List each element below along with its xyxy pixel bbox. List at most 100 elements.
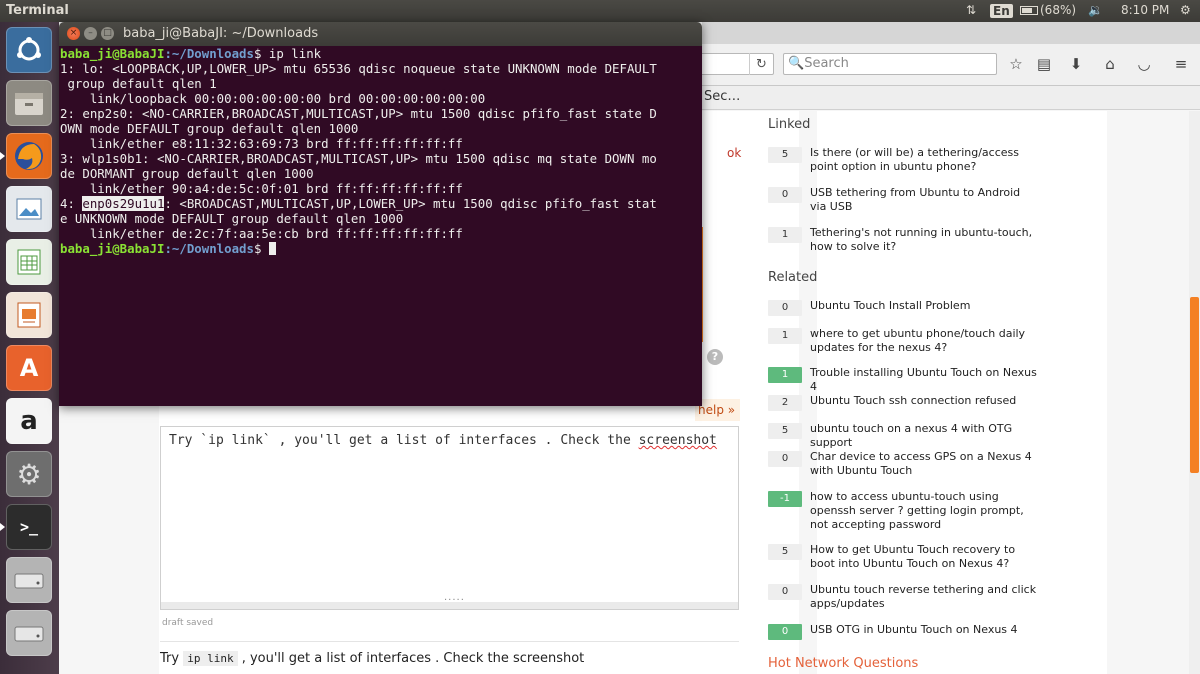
related-question[interactable]: 5 ubuntu touch on a nexus 4 with OTG supp… <box>768 422 1038 450</box>
editor-misspelled-word: screenshot <box>638 433 717 448</box>
terminal-line: 4: enp0s29u1u1: <BROADCAST,MULTICAST,UP,… <box>60 196 701 211</box>
image-viewer-icon[interactable] <box>6 186 52 232</box>
question-score: 5 <box>768 423 802 439</box>
preview-text: , you'll get a list of interfaces . Chec… <box>237 651 585 666</box>
question-title-link[interactable]: Ubuntu Touch ssh connection refused <box>810 394 1038 408</box>
related-question[interactable]: -1 how to access ubuntu-touch using opens… <box>768 490 1038 532</box>
terminal-line: OWN mode DEFAULT group default qlen 1000 <box>60 121 359 136</box>
linked-question[interactable]: 5 Is there (or will be) a tethering/acces… <box>768 146 1038 174</box>
disk-drive-icon[interactable] <box>6 610 52 656</box>
question-title-link[interactable]: where to get ubuntu phone/touch daily up… <box>810 327 1038 355</box>
system-settings-icon[interactable]: ⚙ <box>6 451 52 497</box>
disk-drive-icon[interactable] <box>6 557 52 603</box>
terminal-titlebar[interactable]: × – □ baba_ji@BabaJI: ~/Downloads <box>59 22 702 46</box>
battery-indicator[interactable]: (68%) <box>1020 3 1076 17</box>
search-icon: 🔍 <box>788 56 805 71</box>
reload-icon[interactable]: ↻ <box>749 53 773 75</box>
related-question[interactable]: 1 where to get ubuntu phone/touch daily u… <box>768 327 1038 355</box>
terminal-lines: 1: lo: <LOOPBACK,UP,LOWER_UP> mtu 65536 … <box>60 61 701 196</box>
home-icon[interactable]: ⌂ <box>1099 53 1121 75</box>
terminal-prompt-line: baba_ji@BabaJI:~/Downloads$ <box>60 241 701 256</box>
reading-list-icon[interactable]: ▤ <box>1033 53 1055 75</box>
question-title-link[interactable]: Trouble installing Ubuntu Touch on Nexus… <box>810 366 1038 394</box>
terminal-line: 1: lo: <LOOPBACK,UP,LOWER_UP> mtu 65536 … <box>60 61 657 76</box>
scrollbar-thumb[interactable] <box>1190 297 1199 473</box>
preview-code: ip link <box>183 651 238 666</box>
related-question[interactable]: 1 Trouble installing Ubuntu Touch on Nexu… <box>768 366 1038 394</box>
pocket-icon[interactable]: ◡ <box>1133 53 1155 75</box>
question-title-link[interactable]: ubuntu touch on a nexus 4 with OTG suppo… <box>810 422 1038 450</box>
terminal-icon[interactable]: >_ <box>0 504 52 550</box>
power-gear-icon[interactable]: ⚙ <box>1180 3 1191 17</box>
terminal-line: link/loopback 00:00:00:00:00:00 brd 00:0… <box>60 91 486 106</box>
terminal-window[interactable]: × – □ baba_ji@BabaJI: ~/Downloads baba_j… <box>59 22 702 406</box>
terminal-line: e UNKNOWN mode DEFAULT group default qle… <box>60 211 404 226</box>
software-center-icon[interactable]: A <box>6 345 52 391</box>
question-score: 5 <box>768 544 802 560</box>
related-question[interactable]: 0 USB OTG in Ubuntu Touch on Nexus 4 <box>768 623 1038 640</box>
bookmark-star-icon[interactable]: ☆ <box>1005 53 1027 75</box>
question-score: 2 <box>768 395 802 411</box>
search-input[interactable]: 🔍Search <box>783 53 997 75</box>
terminal-line: 3: wlp1s0b1: <NO-CARRIER,BROADCAST,MULTI… <box>60 151 657 166</box>
hot-heading: Hot Network Questions <box>768 656 919 671</box>
prompt-user: baba_ji@BabaJI <box>60 46 165 61</box>
question-title-link[interactable]: USB tethering from Ubuntu to Android via… <box>810 186 1038 214</box>
amazon-icon[interactable]: a <box>6 398 52 444</box>
prompt-path: :~/Downloads <box>164 241 254 256</box>
editor-resize-grip[interactable] <box>160 595 739 610</box>
ok-link[interactable]: ok <box>727 146 741 160</box>
related-question[interactable]: 0 Ubuntu touch reverse tethering and clic… <box>768 583 1038 611</box>
related-question[interactable]: 5 How to get Ubuntu Touch recovery to boo… <box>768 543 1038 571</box>
help-icon[interactable]: ? <box>707 349 723 365</box>
clock[interactable]: 8:10 PM <box>1121 3 1169 17</box>
question-title-link[interactable]: Ubuntu touch reverse tethering and click… <box>810 583 1038 611</box>
line-prefix: 4: <box>60 196 83 211</box>
question-title-link[interactable]: how to access ubuntu-touch using openssh… <box>810 490 1038 532</box>
linked-question[interactable]: 1 Tethering's not running in ubuntu-touch… <box>768 226 1038 254</box>
prompt-path: :~/Downloads <box>164 46 254 61</box>
menu-icon[interactable]: ≡ <box>1170 53 1192 75</box>
linked-question[interactable]: 0 USB tethering from Ubuntu to Android vi… <box>768 186 1038 214</box>
bookmark-item[interactable]: Sec… <box>704 89 740 104</box>
terminal-title: baba_ji@BabaJI: ~/Downloads <box>123 26 319 41</box>
minimize-icon[interactable]: – <box>84 27 97 40</box>
volume-icon[interactable]: 🔉 <box>1088 3 1103 17</box>
terminal-line: link/ether e8:11:32:63:69:73 brd ff:ff:f… <box>60 136 463 151</box>
question-title-link[interactable]: How to get Ubuntu Touch recovery to boot… <box>810 543 1038 571</box>
files-icon[interactable] <box>6 80 52 126</box>
battery-percent: (68%) <box>1040 3 1077 17</box>
download-icon[interactable]: ⬇ <box>1065 53 1087 75</box>
search-placeholder: Search <box>804 56 849 71</box>
maximize-icon[interactable]: □ <box>101 27 114 40</box>
related-question[interactable]: 0 Ubuntu Touch Install Problem <box>768 299 1038 316</box>
question-title-link[interactable]: Tethering's not running in ubuntu-touch,… <box>810 226 1038 254</box>
question-score: 0 <box>768 187 802 203</box>
terminal-output[interactable]: baba_ji@BabaJI:~/Downloads$ ip link 1: lo… <box>59 46 702 406</box>
question-title-link[interactable]: Ubuntu Touch Install Problem <box>810 299 1038 313</box>
draft-status: draft saved <box>162 618 214 628</box>
question-score: 0 <box>768 624 802 640</box>
firefox-icon[interactable] <box>0 133 52 179</box>
network-arrows-icon[interactable]: ⇅ <box>966 3 976 17</box>
question-title-link[interactable]: Char device to access GPS on a Nexus 4 w… <box>810 450 1038 478</box>
question-score: 0 <box>768 451 802 467</box>
presentation-icon[interactable] <box>6 292 52 338</box>
spreadsheet-icon[interactable] <box>6 239 52 285</box>
question-title-link[interactable]: Is there (or will be) a tethering/access… <box>810 146 1038 174</box>
selected-interface-name[interactable]: enp0s29u1u1 <box>82 196 165 211</box>
question-title-link[interactable]: USB OTG in Ubuntu Touch on Nexus 4 <box>810 623 1038 637</box>
ubuntu-dash-icon[interactable] <box>6 27 52 73</box>
language-indicator[interactable]: En <box>990 4 1013 18</box>
launcher: A a ⚙ >_ <box>0 22 59 674</box>
prompt-user: baba_ji@BabaJI <box>60 241 165 256</box>
terminal-lines: e UNKNOWN mode DEFAULT group default qle… <box>60 211 701 241</box>
related-question[interactable]: 2 Ubuntu Touch ssh connection refused <box>768 394 1038 411</box>
related-question[interactable]: 0 Char device to access GPS on a Nexus 4 … <box>768 450 1038 478</box>
question-score: 0 <box>768 300 802 316</box>
app-title: Terminal <box>6 3 69 18</box>
answer-editor[interactable]: Try `ip link` , you'll get a list of int… <box>160 426 739 603</box>
answer-preview: Try ip link , you'll get a list of inter… <box>160 641 739 666</box>
close-icon[interactable]: × <box>67 27 80 40</box>
question-score: 5 <box>768 147 802 163</box>
